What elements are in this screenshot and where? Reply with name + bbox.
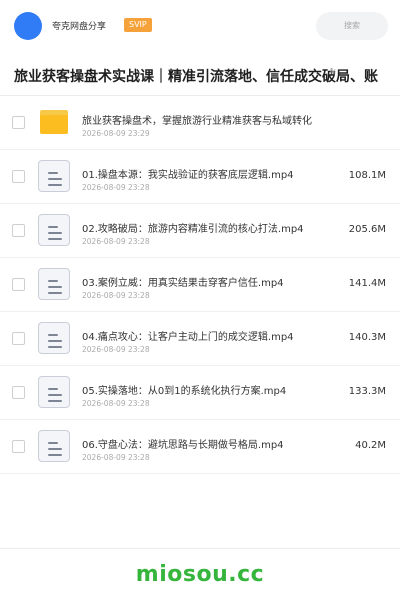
video-file-icon [38, 430, 70, 462]
title-overlay-text: M [330, 68, 337, 76]
watermark: miosou.cc [135, 562, 265, 587]
avatar[interactable] [14, 12, 42, 40]
file-name: 03.案例立威：用真实结果击穿客户信任.mp4 [82, 278, 284, 289]
row-checkbox[interactable] [12, 170, 25, 183]
row-checkbox[interactable] [12, 278, 25, 291]
list-item[interactable]: 04.痛点攻心：让客户主动上门的成交逻辑.mp4 2026-08-09 23:2… [0, 312, 400, 366]
brand-name: 夸克网盘分享 [52, 22, 107, 32]
file-date: 2026-08-09 23:28 [82, 291, 150, 300]
video-file-icon [38, 268, 70, 300]
share-title: 旅业获客操盘术实战课｜精准引流落地、信任成交破局、账 [14, 69, 378, 85]
video-file-icon [38, 214, 70, 246]
file-size: 140.3M [348, 332, 386, 343]
video-file-icon [38, 376, 70, 408]
file-list: 旅业获客操盘术，掌握旅游行业精准获客与私域转化 2026-08-09 23:29… [0, 96, 400, 474]
list-item[interactable]: 旅业获客操盘术，掌握旅游行业精准获客与私域转化 2026-08-09 23:29 [0, 96, 400, 150]
file-name: 04.痛点攻心：让客户主动上门的成交逻辑.mp4 [82, 332, 294, 343]
search-input[interactable] [316, 12, 388, 40]
row-checkbox[interactable] [12, 332, 25, 345]
footer-divider [0, 548, 400, 549]
file-name: 02.攻略破局：旅游内容精准引流的核心打法.mp4 [82, 224, 304, 235]
video-file-icon [38, 322, 70, 354]
header: 夸克网盘分享 SVIP [0, 0, 400, 52]
file-name: 05.实操落地：从0到1的系统化执行方案.mp4 [82, 386, 287, 397]
video-file-icon [38, 160, 70, 192]
row-checkbox[interactable] [12, 116, 25, 129]
file-size: 40.2M [355, 440, 386, 451]
file-size: 133.3M [348, 386, 386, 397]
share-page: 夸克网盘分享 SVIP 旅业获客操盘术实战课｜精准引流落地、信任成交破局、账 M… [0, 0, 400, 600]
list-item[interactable]: 01.操盘本源：我实战验证的获客底层逻辑.mp4 2026-08-09 23:2… [0, 150, 400, 204]
file-name: 旅业获客操盘术，掌握旅游行业精准获客与私域转化 [82, 116, 312, 127]
list-item[interactable]: 06.守盘心法：避坑思路与长期做号格局.mp4 2026-08-09 23:28… [0, 420, 400, 474]
file-size: 108.1M [348, 170, 386, 181]
svip-badge: SVIP [124, 18, 152, 32]
file-date: 2026-08-09 23:28 [82, 399, 150, 408]
title-bar: 旅业获客操盘术实战课｜精准引流落地、信任成交破局、账 M [0, 52, 400, 96]
list-item[interactable]: 02.攻略破局：旅游内容精准引流的核心打法.mp4 2026-08-09 23:… [0, 204, 400, 258]
file-name: 06.守盘心法：避坑思路与长期做号格局.mp4 [82, 440, 284, 451]
file-date: 2026-08-09 23:28 [82, 237, 150, 246]
file-date: 2026-08-09 23:28 [82, 453, 150, 462]
row-checkbox[interactable] [12, 386, 25, 399]
folder-icon [38, 106, 70, 138]
file-name: 01.操盘本源：我实战验证的获客底层逻辑.mp4 [82, 170, 294, 181]
file-date: 2026-08-09 23:28 [82, 183, 150, 192]
list-item[interactable]: 03.案例立威：用真实结果击穿客户信任.mp4 2026-08-09 23:28… [0, 258, 400, 312]
file-date: 2026-08-09 23:28 [82, 345, 150, 354]
file-size: 141.4M [348, 278, 386, 289]
row-checkbox[interactable] [12, 224, 25, 237]
file-size: 205.6M [348, 224, 386, 235]
file-date: 2026-08-09 23:29 [82, 129, 150, 138]
row-checkbox[interactable] [12, 440, 25, 453]
list-item[interactable]: 05.实操落地：从0到1的系统化执行方案.mp4 2026-08-09 23:2… [0, 366, 400, 420]
